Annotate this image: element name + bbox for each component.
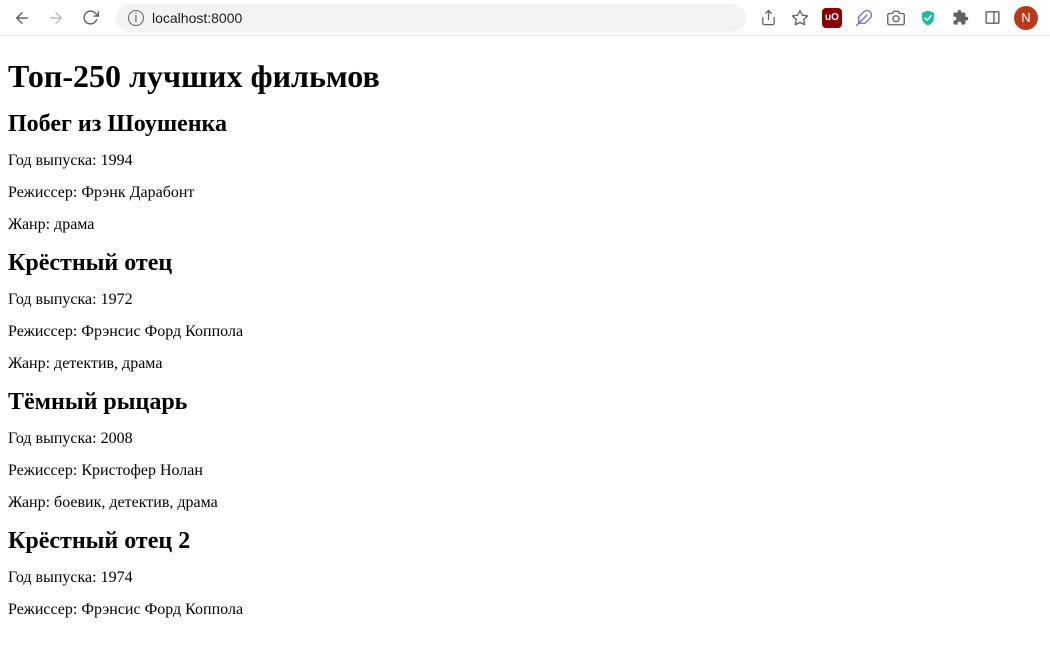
- profile-avatar[interactable]: N: [1014, 6, 1038, 30]
- ublock-label: uO: [825, 12, 839, 23]
- feather-extension[interactable]: [854, 8, 874, 28]
- movie-director: Режиссер: Фрэнсис Форд Коппола: [8, 323, 1042, 341]
- movie-director: Режиссер: Фрэнк Дарабонт: [8, 184, 1042, 202]
- movie-genre: Жанр: детектив, драма: [8, 355, 1042, 373]
- movie-year: Год выпуска: 1972: [8, 291, 1042, 309]
- url-text: localhost:8000: [152, 10, 242, 26]
- movie-title: Крёстный отец 2: [8, 528, 1042, 555]
- movie-genre: Жанр: боевик, детектив, драма: [8, 494, 1042, 512]
- puzzle-icon: [952, 9, 969, 26]
- movie-title: Тёмный рыцарь: [8, 389, 1042, 416]
- sidepanel-icon: [984, 9, 1001, 26]
- movie-year: Год выпуска: 2008: [8, 430, 1042, 448]
- share-button[interactable]: [758, 8, 778, 28]
- star-icon: [791, 9, 809, 27]
- shield-check-icon: [919, 9, 937, 27]
- feather-icon: [855, 9, 873, 27]
- page-content: Топ-250 лучших фильмов Побег из Шоушенка…: [0, 36, 1050, 641]
- reload-icon: [82, 9, 99, 26]
- site-info-icon[interactable]: i: [128, 10, 144, 26]
- toolbar-right: uO N: [758, 6, 1042, 30]
- camera-extension[interactable]: [886, 8, 906, 28]
- back-button[interactable]: [8, 4, 36, 32]
- reload-button[interactable]: [76, 4, 104, 32]
- movie-title: Крёстный отец: [8, 250, 1042, 277]
- page-title: Топ-250 лучших фильмов: [8, 58, 1042, 95]
- ublock-extension[interactable]: uO: [822, 8, 842, 28]
- bookmark-button[interactable]: [790, 8, 810, 28]
- share-icon: [760, 9, 777, 26]
- sidepanel-button[interactable]: [982, 8, 1002, 28]
- arrow-right-icon: [47, 9, 65, 27]
- camera-icon: [887, 9, 905, 27]
- movie-director: Режиссер: Фрэнсис Форд Коппола: [8, 601, 1042, 619]
- movie-genre: Жанр: драма: [8, 216, 1042, 234]
- movie-title: Побег из Шоушенка: [8, 111, 1042, 138]
- address-bar[interactable]: i localhost:8000: [116, 4, 746, 32]
- forward-button[interactable]: [42, 4, 70, 32]
- profile-initial: N: [1021, 10, 1030, 25]
- movie-director: Режиссер: Кристофер Нолан: [8, 462, 1042, 480]
- movie-year: Год выпуска: 1974: [8, 569, 1042, 587]
- movie-year: Год выпуска: 1994: [8, 152, 1042, 170]
- shield-extension[interactable]: [918, 8, 938, 28]
- extensions-button[interactable]: [950, 8, 970, 28]
- arrow-left-icon: [13, 9, 31, 27]
- browser-toolbar: i localhost:8000 uO N: [0, 0, 1050, 36]
